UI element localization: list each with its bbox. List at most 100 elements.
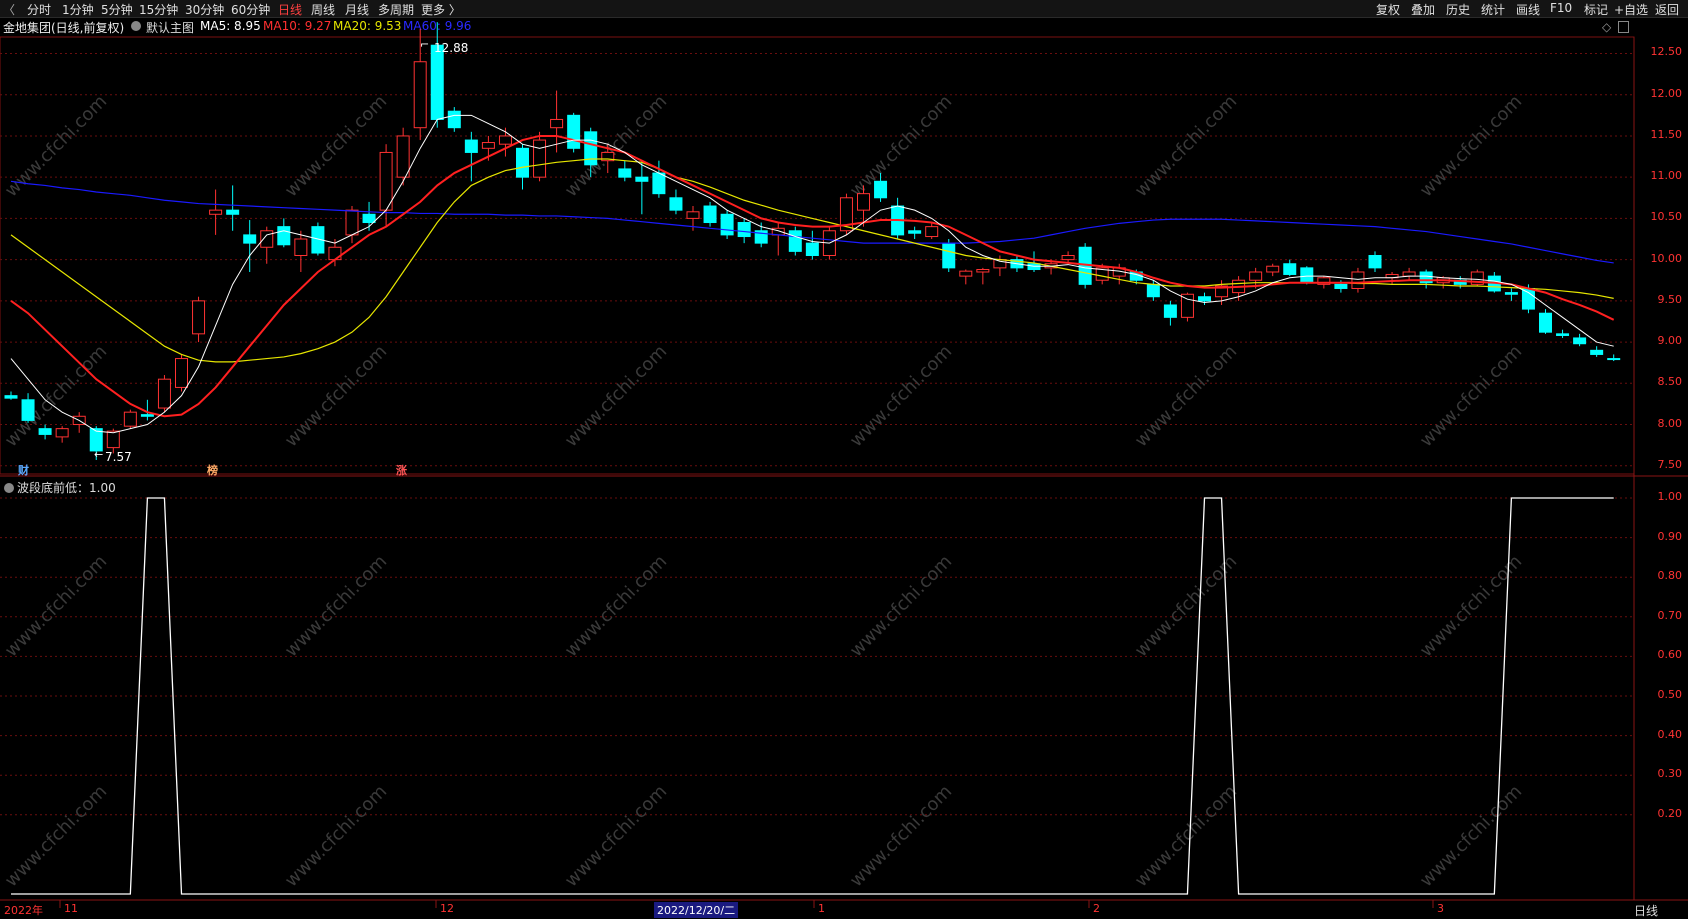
watermark-11: www.cfchi.com (1416, 341, 1526, 451)
indicator-circle-icon[interactable] (4, 483, 14, 493)
candle-body-12 (209, 209, 223, 215)
candle-body-51 (874, 180, 888, 199)
signal-cai: 财 (18, 464, 29, 477)
candle-body-23 (396, 135, 410, 178)
candle-body-33 (567, 114, 581, 149)
x-label-jan: 1 (818, 902, 825, 915)
candle-body-1 (21, 399, 35, 421)
candle-body-74 (1266, 265, 1280, 273)
candle-body-93 (1590, 349, 1604, 355)
candle-body-90 (1539, 312, 1552, 333)
candle-body-24 (413, 61, 427, 129)
candle-body-22 (379, 151, 393, 211)
candle-body-26 (447, 110, 461, 129)
candle-body-39 (669, 197, 683, 211)
watermark-5: www.cfchi.com (1416, 91, 1526, 201)
main-tick-10: 7.50 (1657, 457, 1683, 471)
candle-body-27 (464, 139, 478, 153)
sub-tick-7: 0.30 (1657, 767, 1683, 781)
ma10-line (10, 134, 1615, 418)
x-label-nov: 11 (64, 902, 78, 915)
main-tick-4: 10.50 (1650, 210, 1683, 224)
candle-body-0 (4, 395, 18, 399)
candle-body-82 (1402, 271, 1416, 277)
candle-body-36 (618, 168, 632, 178)
candle-body-21 (362, 213, 376, 224)
main-tick-3: 11.00 (1650, 169, 1683, 183)
candle-body-73 (1249, 271, 1263, 281)
candle-body-62 (1061, 255, 1075, 261)
candle-body-41 (703, 205, 717, 224)
candle-body-42 (720, 213, 734, 236)
sub-panel-title: 波段底前低：1.00 (17, 481, 116, 495)
watermark-10: www.cfchi.com (1131, 341, 1241, 451)
candle-body-47 (805, 242, 819, 257)
ma5-line (10, 114, 1614, 434)
candle-body-50 (857, 193, 870, 211)
watermark-20: www.cfchi.com (561, 781, 671, 891)
period-indicator[interactable]: 日线 (1634, 902, 1658, 919)
sub-tick-5: 0.50 (1657, 688, 1683, 701)
candle-body-2 (38, 428, 52, 435)
signal-zhang: 涨 (396, 464, 407, 477)
main-tick-2: 11.50 (1650, 127, 1683, 141)
watermark-12: www.cfchi.com (1, 551, 111, 661)
candle-body-88 (1504, 292, 1518, 295)
watermark-22: www.cfchi.com (1131, 781, 1241, 891)
candle-body-25 (430, 44, 444, 120)
candle-body-6 (106, 430, 120, 449)
candle-body-80 (1368, 255, 1382, 269)
main-tick-5: 10.00 (1650, 251, 1683, 265)
candle-body-78 (1334, 283, 1348, 289)
candle-body-94 (1607, 358, 1621, 361)
watermark-0: www.cfchi.com (1, 91, 111, 201)
sub-tick-2: 0.80 (1657, 569, 1683, 583)
watermark-13: www.cfchi.com (281, 551, 391, 661)
candle-body-54 (925, 226, 939, 238)
watermark-4: www.cfchi.com (1131, 91, 1241, 201)
cursor-date: 2022/12/20/二 (654, 902, 739, 918)
candle-body-91 (1556, 333, 1570, 336)
candle-body-70 (1198, 296, 1211, 302)
candle-body-29 (498, 135, 512, 145)
candle-body-53 (908, 230, 922, 234)
high-arrow: ⌐ (420, 38, 430, 51)
watermark-7: www.cfchi.com (281, 341, 391, 451)
candle-body-67 (1146, 283, 1160, 298)
candle-body-10 (175, 358, 188, 388)
candle-body-55 (942, 242, 956, 269)
x-label-mar: 3 (1437, 902, 1444, 915)
main-tick-1: 12.00 (1650, 86, 1683, 100)
main-tick-8: 8.50 (1657, 375, 1683, 389)
candle-body-46 (788, 230, 802, 252)
sub-tick-8: 0.20 (1657, 806, 1683, 820)
candle-body-75 (1283, 263, 1297, 275)
candle-body-16 (277, 226, 291, 246)
kline-chart[interactable]: www.cfchi.com www.cfchi.com www.cfchi.com w… (0, 0, 1688, 919)
candle-body-8 (140, 414, 154, 417)
candle-body-32 (550, 118, 564, 129)
candle-body-68 (1163, 304, 1177, 318)
candle-body-38 (652, 172, 666, 195)
main-tick-9: 8.00 (1657, 416, 1683, 430)
low-label: 7.57 (105, 450, 132, 464)
watermark-17: www.cfchi.com (1416, 551, 1526, 661)
sub-panel-label: 波段底前低：1.00 (4, 479, 116, 496)
candle-body-56 (959, 270, 973, 277)
watermark-18: www.cfchi.com (1, 781, 111, 891)
candle-body-92 (1573, 337, 1587, 345)
low-arrow: ← (94, 448, 104, 461)
candle-body-40 (686, 211, 700, 219)
candle-body-17 (294, 238, 308, 256)
candle-body-37 (635, 176, 649, 182)
signal-bang: 榜 (207, 464, 218, 477)
candle-body-43 (737, 222, 751, 238)
watermark-8: www.cfchi.com (561, 341, 671, 451)
sub-tick-0: 1.00 (1657, 490, 1683, 503)
watermark-19: www.cfchi.com (281, 781, 391, 891)
main-tick-0: 12.50 (1650, 45, 1683, 59)
candle-body-13 (226, 209, 240, 215)
candle-body-76 (1300, 267, 1314, 284)
sub-tick-4: 0.60 (1657, 648, 1683, 662)
watermark-1: www.cfchi.com (281, 91, 391, 201)
